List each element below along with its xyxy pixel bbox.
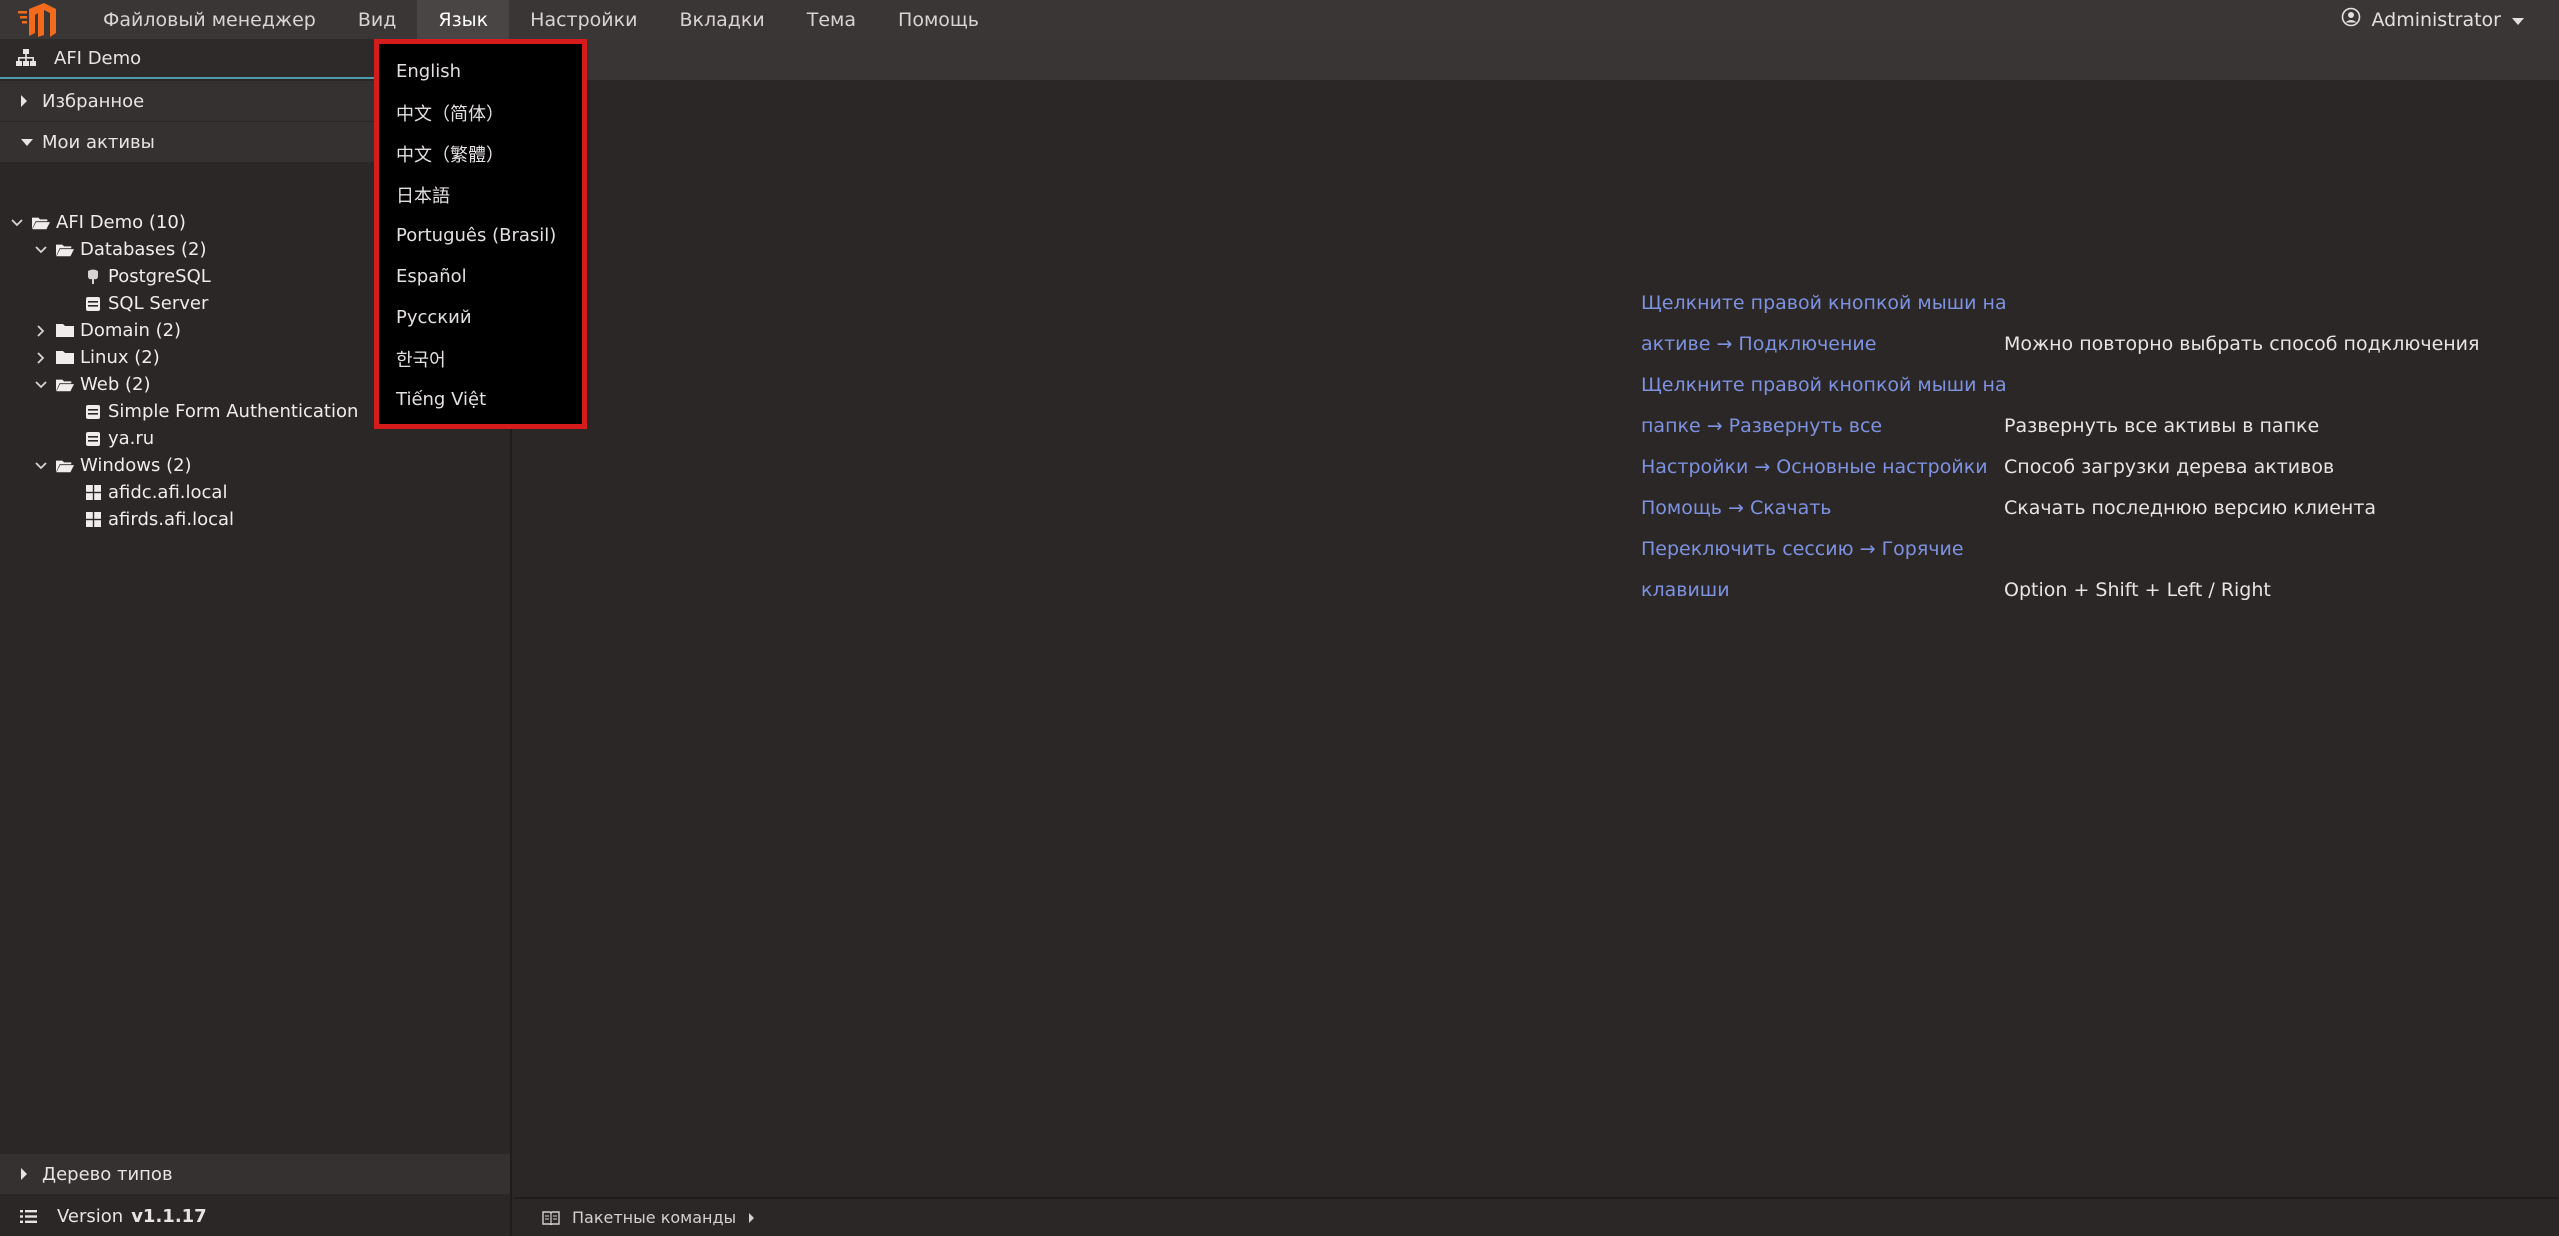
caret-down-icon (20, 138, 34, 147)
menu-settings[interactable]: Настройки (509, 0, 658, 39)
folder-icon (56, 350, 74, 365)
caret-down-icon (2511, 9, 2525, 31)
caret-right-icon (20, 1167, 34, 1181)
favorites-label: Избранное (42, 90, 145, 112)
menu-bar: Файловый менеджер Вид Язык Настройки Вкл… (0, 0, 2559, 39)
tree-item-simple-form-auth[interactable]: Simple Form Authentication (84, 398, 358, 425)
bottom-bar: Пакетные команды (514, 1197, 2559, 1236)
tip-5-left-line-2: клавиши (1641, 579, 1730, 601)
app-logo-icon[interactable] (18, 0, 58, 39)
tree-item-linux[interactable]: Linux (2) (34, 344, 160, 371)
tree-item-label: afirds.afi.local (108, 509, 235, 530)
chevron-down-icon[interactable] (34, 380, 48, 389)
tree-item-label: afidc.afi.local (108, 482, 228, 503)
tip-3-right: Способ загрузки дерева активов (2004, 456, 2335, 478)
tree-item-label: ya.ru (108, 428, 155, 449)
tip-5-left-line-1: Переключить сессию → Горячие (1641, 538, 1964, 560)
sql-server-icon (84, 296, 102, 312)
language-option-portuguese-brazil[interactable]: Português (Brasil) (379, 215, 582, 256)
project-name: AFI Demo (54, 47, 142, 69)
my-assets-label: Мои активы (42, 131, 155, 153)
main-content: Щелкните правой кнопкой мыши на активе →… (514, 80, 2559, 1196)
tree-item-label: Databases (2) (80, 239, 207, 260)
menu-language[interactable]: Язык (417, 0, 510, 39)
caret-right-icon[interactable] (748, 1212, 755, 1224)
tree-item-label: PostgreSQL (108, 266, 211, 287)
tip-4-left: Помощь → Скачать (1641, 497, 1832, 519)
folder-open-icon (56, 377, 74, 393)
user-avatar-icon (2341, 7, 2361, 32)
tree-item-ya-ru[interactable]: ya.ru (84, 425, 154, 452)
language-option-chinese-traditional[interactable]: 中文（繁體） (379, 133, 582, 174)
web-icon (84, 431, 102, 447)
user-name: Administrator (2371, 8, 2501, 31)
tab-strip (514, 39, 2559, 80)
language-option-korean[interactable]: 한국어 (379, 338, 582, 379)
folder-open-icon (32, 215, 50, 231)
language-option-english[interactable]: English (379, 51, 582, 92)
windows-icon (84, 485, 102, 500)
chevron-down-icon[interactable] (10, 218, 24, 227)
tip-2-left-line-2: папке → Развернуть все (1641, 415, 1883, 437)
menu-tabs[interactable]: Вкладки (658, 0, 785, 39)
tree-item-afi-demo[interactable]: AFI Demo (10) (10, 209, 186, 236)
tree-item-postgresql[interactable]: PostgreSQL (84, 263, 211, 290)
chevron-down-icon[interactable] (34, 461, 48, 470)
tip-4-right: Скачать последнюю версию клиента (2004, 497, 2377, 519)
tip-1-right: Можно повторно выбрать способ подключени… (2004, 333, 2480, 355)
menu-file-manager[interactable]: Файловый менеджер (82, 0, 337, 39)
language-option-vietnamese[interactable]: Tiếng Việt (379, 379, 582, 420)
version-bar: Version v1.1.17 (0, 1196, 510, 1236)
language-option-spanish[interactable]: Español (379, 256, 582, 297)
chevron-right-icon[interactable] (34, 324, 48, 337)
tree-item-afidc[interactable]: afidc.afi.local (84, 479, 227, 506)
tip-1-left-line-2: активе → Подключение (1641, 333, 1877, 355)
folder-open-icon (56, 242, 74, 258)
tree-item-label: SQL Server (108, 293, 209, 314)
tip-1-left-line-1: Щелкните правой кнопкой мыши на (1641, 292, 2007, 314)
menu-help[interactable]: Помощь (877, 0, 1000, 39)
list-icon[interactable] (20, 1209, 37, 1223)
book-icon (542, 1210, 560, 1225)
language-option-russian[interactable]: Русский (379, 297, 582, 338)
windows-icon (84, 512, 102, 527)
language-option-chinese-simplified[interactable]: 中文（简体） (379, 92, 582, 133)
tree-item-windows[interactable]: Windows (2) (34, 452, 192, 479)
tip-2-left-line-1: Щелкните правой кнопкой мыши на (1641, 374, 2007, 396)
tip-2-right: Развернуть все активы в папке (2004, 415, 2320, 437)
web-icon (84, 404, 102, 420)
version-label: Version (57, 1205, 124, 1227)
tree-item-label: Web (2) (80, 374, 151, 395)
folder-open-icon (56, 458, 74, 474)
language-option-japanese[interactable]: 日本語 (379, 174, 582, 215)
tree-item-web[interactable]: Web (2) (34, 371, 150, 398)
type-tree-label: Дерево типов (42, 1163, 173, 1185)
chevron-right-icon[interactable] (34, 351, 48, 364)
user-menu[interactable]: Administrator (2341, 0, 2525, 39)
tree-item-sql-server[interactable]: SQL Server (84, 290, 208, 317)
chevron-down-icon[interactable] (34, 245, 48, 254)
tip-5-right: Option + Shift + Left / Right (2004, 579, 2271, 601)
tree-item-label: Simple Form Authentication (108, 401, 359, 422)
tree-item-label: Linux (2) (80, 347, 160, 368)
tip-3-left: Настройки → Основные настройки (1641, 456, 1988, 478)
tree-item-afirds[interactable]: afirds.afi.local (84, 506, 234, 533)
batch-commands-button[interactable]: Пакетные команды (572, 1208, 736, 1227)
menu-theme[interactable]: Тема (786, 0, 877, 39)
tree-item-label: Domain (2) (80, 320, 182, 341)
language-dropdown: English 中文（简体） 中文（繁體） 日本語 Português (Bra… (374, 39, 587, 429)
version-value: v1.1.17 (131, 1205, 207, 1227)
caret-right-icon (20, 94, 34, 108)
tree-item-databases[interactable]: Databases (2) (34, 236, 206, 263)
sitemap-icon (16, 49, 36, 67)
postgresql-icon (84, 269, 102, 285)
tree-item-domain[interactable]: Domain (2) (34, 317, 181, 344)
tree-item-label: AFI Demo (10) (56, 212, 186, 233)
folder-icon (56, 323, 74, 338)
type-tree-section[interactable]: Дерево типов (0, 1154, 510, 1194)
tree-item-label: Windows (2) (80, 455, 192, 476)
menu-view[interactable]: Вид (337, 0, 418, 39)
